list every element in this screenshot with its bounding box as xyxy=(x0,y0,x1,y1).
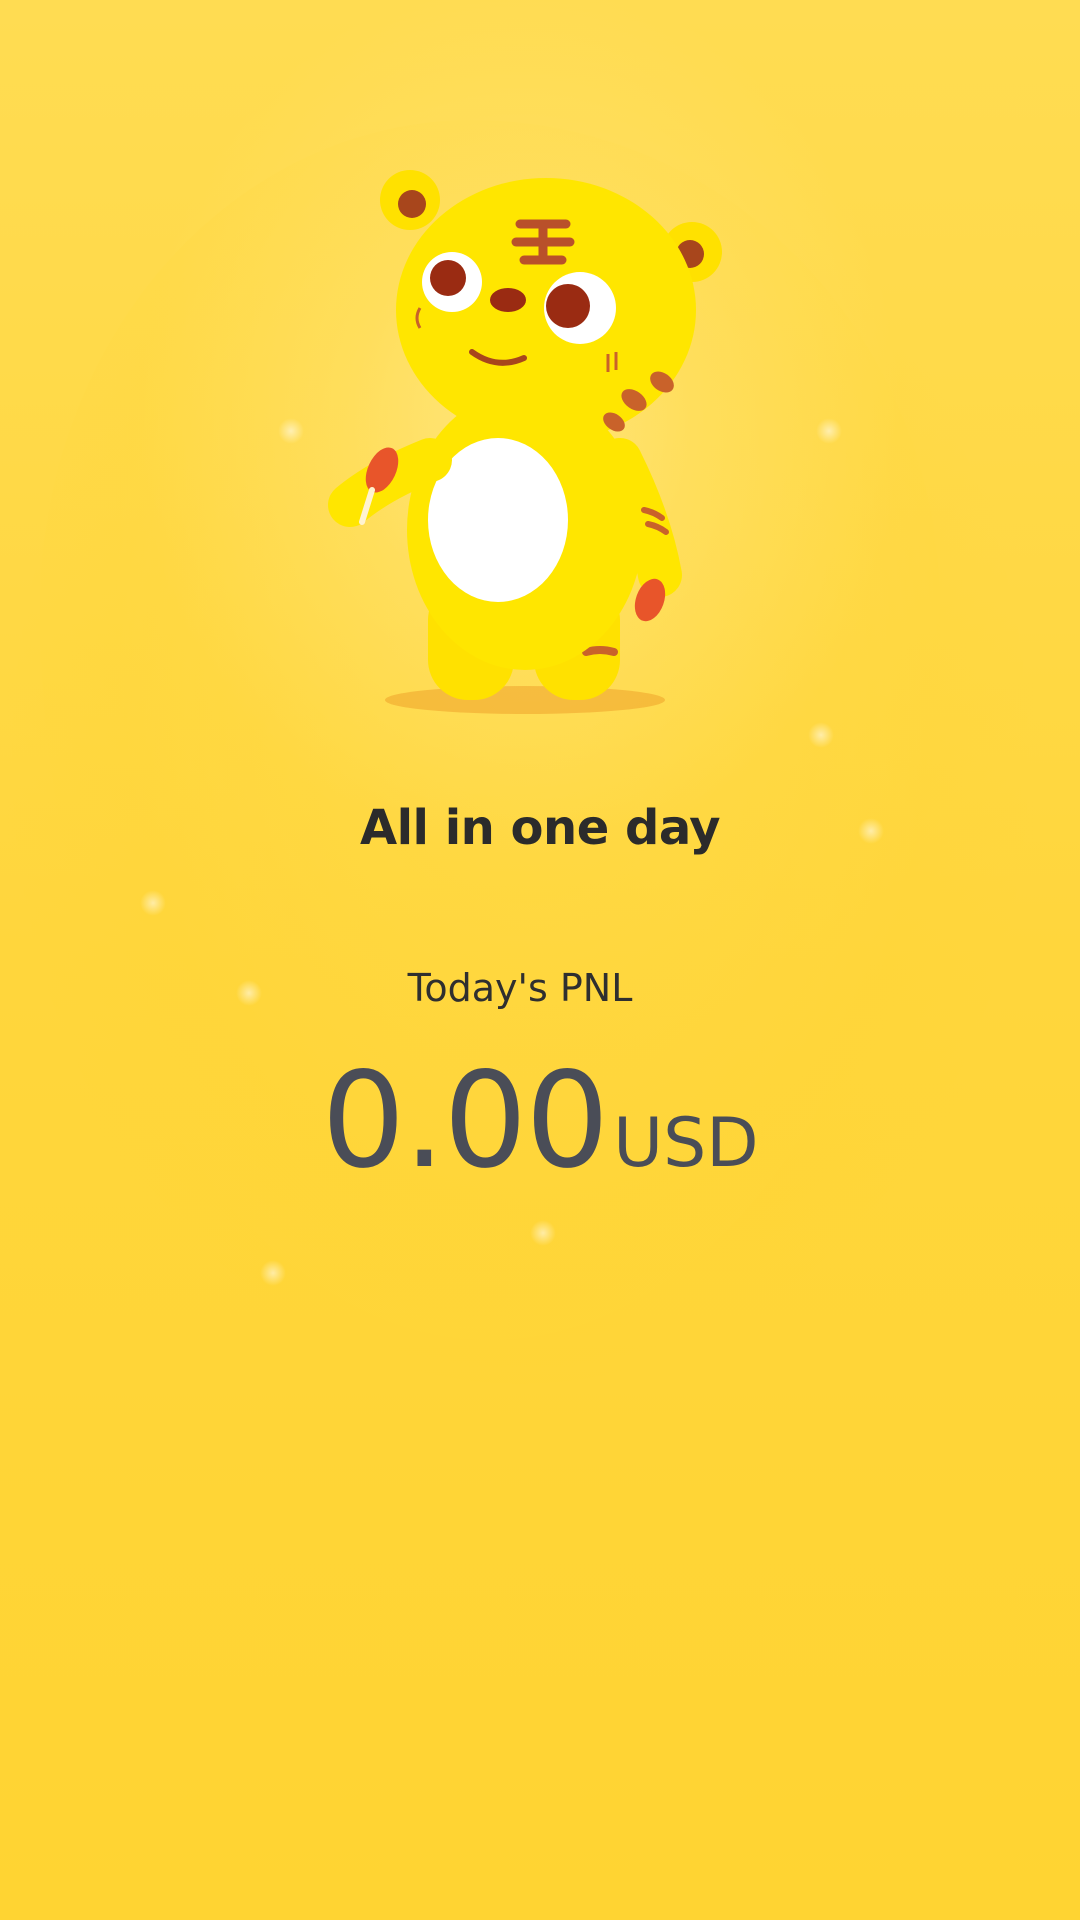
pnl-unit: USD xyxy=(613,1104,759,1183)
tiger-mascot-icon xyxy=(320,160,740,720)
sparkle xyxy=(140,890,166,916)
headline: All in one day xyxy=(359,800,721,856)
sparkle xyxy=(530,1220,556,1246)
sparkle xyxy=(278,418,304,444)
pnl-amount: 0.00USD xyxy=(0,1044,1080,1198)
sparkle xyxy=(816,418,842,444)
sparkle xyxy=(808,722,834,748)
pnl-label: Today's PNL xyxy=(407,966,633,1010)
pnl-value: 0.00 xyxy=(321,1044,609,1198)
sparkle xyxy=(260,1260,286,1286)
